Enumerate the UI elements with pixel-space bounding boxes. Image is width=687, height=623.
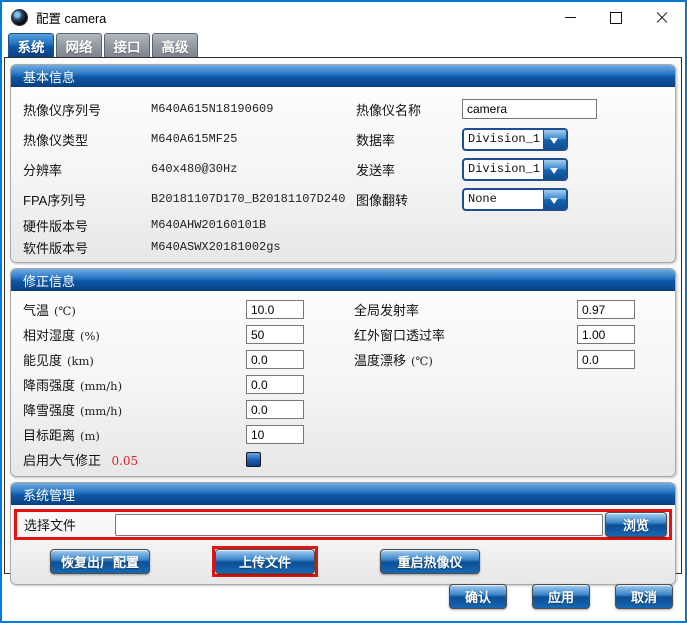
title-bar: 配置 camera	[2, 2, 685, 33]
tab-advanced[interactable]: 高级	[152, 33, 198, 57]
temp-drift-input[interactable]	[577, 350, 635, 369]
fpa-serial-label: FPA序列号	[23, 190, 151, 209]
ir-window-input[interactable]	[577, 325, 635, 344]
browse-button[interactable]: 浏览	[605, 512, 667, 537]
send-rate-label: 发送率	[356, 160, 462, 179]
row-humidity: 相对湿度(%) 红外窗口透过率	[11, 322, 675, 347]
tab-bar: 系统 网络 接口 高级	[8, 33, 198, 57]
basic-info-header: 基本信息	[11, 65, 675, 87]
upload-file-button[interactable]: 上传文件	[215, 549, 315, 574]
row-atmos-correction: 启用大气修正 0.05	[11, 447, 675, 472]
humidity-label: 相对湿度	[23, 328, 75, 343]
row-serial-number: 热像仪序列号 M640A615N18190609 热像仪名称	[11, 94, 675, 124]
send-rate-value: Division_1	[464, 160, 543, 179]
tab-network[interactable]: 网络	[56, 33, 102, 57]
correction-info-header: 修正信息	[11, 269, 675, 291]
footer-bar: 确认 应用 取消	[2, 571, 685, 621]
snow-intensity-label: 降雪强度	[23, 403, 75, 418]
correction-info-group: 修正信息 气温(℃) 全局发射率 相对湿度(%) 红外窗口透过率	[10, 268, 676, 477]
camera-name-input[interactable]	[462, 99, 597, 119]
fpa-serial-value: B20181107D170_B20181107D240	[151, 192, 356, 206]
select-file-label: 选择文件	[19, 515, 115, 534]
chevron-down-icon[interactable]	[543, 160, 566, 179]
software-version-label: 软件版本号	[23, 238, 151, 257]
data-rate-label: 数据率	[356, 130, 462, 149]
config-dialog: 配置 camera 系统 网络 接口 高级 基本信息 热像仪序列号 M640A6…	[0, 0, 687, 623]
row-resolution: 分辨率 640x480@30Hz 发送率 Division_1	[11, 154, 675, 184]
row-snow-intensity: 降雪强度(mm/h)	[11, 397, 675, 422]
data-rate-value: Division_1	[464, 130, 543, 149]
system-management-header: 系统管理	[11, 483, 675, 505]
apply-button[interactable]: 应用	[532, 584, 590, 609]
image-flip-value: None	[464, 190, 543, 209]
visibility-label: 能见度	[23, 353, 62, 368]
image-flip-label: 图像翻转	[356, 190, 462, 209]
hardware-version-value: M640AHW20160101B	[151, 218, 356, 232]
rain-intensity-input[interactable]	[246, 375, 304, 394]
visibility-input[interactable]	[246, 350, 304, 369]
row-camera-type: 热像仪类型 M640A615MF25 数据率 Division_1	[11, 124, 675, 154]
row-software-version: 软件版本号 M640ASWX20181002gs	[11, 236, 675, 258]
serial-number-label: 热像仪序列号	[23, 100, 151, 119]
camera-name-label: 热像仪名称	[356, 100, 462, 119]
target-distance-input[interactable]	[246, 425, 304, 444]
system-tab-panel: 基本信息 热像仪序列号 M640A615N18190609 热像仪名称 热像仪类…	[4, 57, 682, 574]
resolution-value: 640x480@30Hz	[151, 162, 356, 176]
emissivity-input[interactable]	[577, 300, 635, 319]
factory-reset-button[interactable]: 恢复出厂配置	[50, 549, 150, 574]
camera-type-label: 热像仪类型	[23, 130, 151, 149]
close-icon[interactable]	[639, 2, 685, 33]
serial-number-value: M640A615N18190609	[151, 102, 356, 116]
snow-intensity-input[interactable]	[246, 400, 304, 419]
camera-lens-icon	[11, 9, 28, 26]
emissivity-label: 全局发射率	[354, 303, 419, 318]
row-visibility: 能见度(km) 温度漂移(℃)	[11, 347, 675, 372]
row-rain-intensity: 降雨强度(mm/h)	[11, 372, 675, 397]
row-air-temp: 气温(℃) 全局发射率	[11, 297, 675, 322]
software-version-value: M640ASWX20181002gs	[151, 240, 356, 254]
basic-info-group: 基本信息 热像仪序列号 M640A615N18190609 热像仪名称 热像仪类…	[10, 64, 676, 263]
cancel-button[interactable]: 取消	[615, 584, 673, 609]
resolution-label: 分辨率	[23, 160, 151, 179]
data-rate-select[interactable]: Division_1	[462, 128, 568, 151]
minimize-icon[interactable]	[547, 2, 593, 33]
send-rate-select[interactable]: Division_1	[462, 158, 568, 181]
ir-window-label: 红外窗口透过率	[354, 328, 445, 343]
tab-interface[interactable]: 接口	[104, 33, 150, 57]
camera-type-value: M640A615MF25	[151, 132, 356, 146]
atmos-correction-checkbox[interactable]	[246, 452, 261, 467]
tab-system[interactable]: 系统	[8, 33, 54, 57]
restart-camera-button[interactable]: 重启热像仪	[380, 549, 480, 574]
row-hardware-version: 硬件版本号 M640AHW20160101B	[11, 214, 675, 236]
row-fpa-serial: FPA序列号 B20181107D170_B20181107D240 图像翻转 …	[11, 184, 675, 214]
maximize-icon[interactable]	[593, 2, 639, 33]
rain-intensity-label: 降雨强度	[23, 378, 75, 393]
humidity-input[interactable]	[246, 325, 304, 344]
chevron-down-icon[interactable]	[543, 130, 566, 149]
hardware-version-label: 硬件版本号	[23, 216, 151, 235]
system-management-group: 系统管理 选择文件 浏览 恢复出厂配置 上传文件 重启热像仪	[10, 482, 676, 585]
temp-drift-label: 温度漂移	[354, 353, 406, 368]
confirm-button[interactable]: 确认	[449, 584, 507, 609]
atmos-correction-extra: 0.05	[111, 454, 138, 468]
chevron-down-icon[interactable]	[543, 190, 566, 209]
select-file-input[interactable]	[115, 514, 603, 536]
air-temp-input[interactable]	[246, 300, 304, 319]
target-distance-label: 目标距离	[23, 428, 75, 443]
select-file-row-highlight: 选择文件 浏览	[14, 509, 672, 540]
image-flip-select[interactable]: None	[462, 188, 568, 211]
window-title: 配置 camera	[36, 8, 106, 27]
row-target-distance: 目标距离(m)	[11, 422, 675, 447]
air-temp-label: 气温	[23, 303, 49, 318]
atmos-correction-label: 启用大气修正	[23, 453, 101, 468]
